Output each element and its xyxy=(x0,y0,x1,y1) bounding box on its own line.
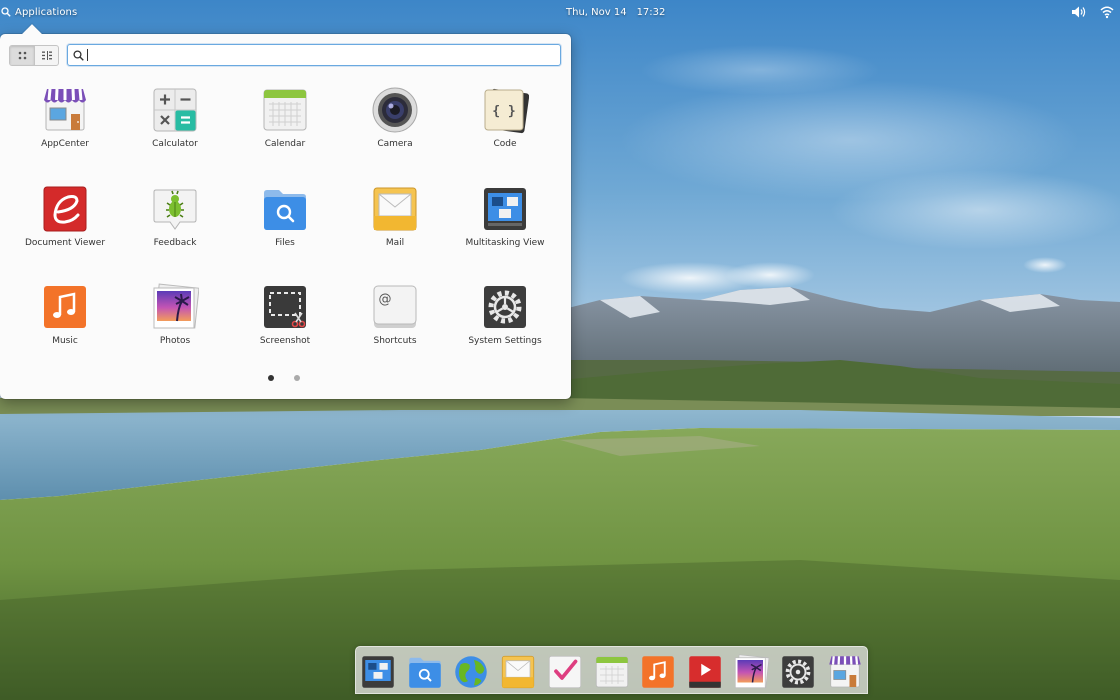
app-label: AppCenter xyxy=(41,139,89,149)
files-icon[interactable] xyxy=(407,654,443,690)
applications-menu-label: Applications xyxy=(15,6,78,18)
app-files[interactable]: Files xyxy=(234,185,334,271)
app-label: System Settings xyxy=(468,336,542,346)
search-icon xyxy=(1,7,11,17)
camera-icon xyxy=(372,87,418,133)
app-document-viewer[interactable]: Document Viewer xyxy=(14,185,114,271)
multitasking-view-icon xyxy=(484,188,526,230)
app-shortcuts[interactable]: @ Shortcuts xyxy=(344,283,444,369)
app-calculator[interactable]: Calculator xyxy=(124,86,224,172)
calendar-icon[interactable] xyxy=(594,654,630,690)
svg-text:{ }: { } xyxy=(492,104,515,119)
app-screenshot[interactable]: Screenshot xyxy=(234,283,334,369)
dock xyxy=(355,646,868,694)
search-icon xyxy=(73,49,84,61)
datetime-indicator[interactable]: Thu, Nov 14 17:32 xyxy=(566,0,665,24)
page-dot-1-active[interactable] xyxy=(268,375,274,381)
grid-view-button[interactable] xyxy=(10,46,34,65)
app-multitasking-view[interactable]: Multitasking View xyxy=(454,185,554,271)
applications-launcher: AppCenter Calculator Calendar Camera {}… xyxy=(0,24,571,399)
system-settings-icon xyxy=(484,286,526,328)
search-input[interactable] xyxy=(93,48,553,62)
appcenter-icon xyxy=(44,88,86,131)
volume-icon[interactable] xyxy=(1071,5,1087,19)
app-label: Calendar xyxy=(264,139,306,149)
system-settings-icon[interactable] xyxy=(780,654,816,690)
photos-icon xyxy=(153,283,199,329)
videos-icon[interactable] xyxy=(687,654,723,690)
app-system-settings[interactable]: System Settings xyxy=(454,283,554,369)
mail-icon xyxy=(373,187,417,231)
multitasking-view-icon[interactable] xyxy=(360,654,396,690)
app-feedback[interactable]: Feedback xyxy=(124,185,224,271)
music-icon[interactable] xyxy=(640,654,676,690)
app-label: Feedback xyxy=(153,238,197,248)
view-mode-toggle xyxy=(9,45,59,66)
app-mail[interactable]: Mail xyxy=(344,185,444,271)
app-calendar[interactable]: Calendar xyxy=(234,86,334,172)
photos-icon[interactable] xyxy=(733,654,769,690)
date-label: Thu, Nov 14 xyxy=(566,6,627,18)
app-label: Mail xyxy=(385,238,405,248)
mail-icon[interactable] xyxy=(500,654,536,690)
app-appcenter[interactable]: AppCenter xyxy=(14,86,114,172)
app-code[interactable]: { } Code xyxy=(454,86,554,172)
wifi-icon[interactable] xyxy=(1100,5,1114,19)
app-label: Multitasking View xyxy=(465,238,545,248)
page-dot-2[interactable] xyxy=(294,375,300,381)
category-view-button[interactable] xyxy=(34,46,58,65)
screenshot-icon xyxy=(264,286,306,328)
code-icon: { } xyxy=(484,88,529,134)
app-label: Screenshot xyxy=(259,336,311,346)
feedback-icon xyxy=(153,189,197,230)
app-camera[interactable]: Camera xyxy=(344,86,444,172)
music-icon xyxy=(44,286,86,328)
top-panel: Applications Thu, Nov 14 17:32 xyxy=(0,0,1120,24)
category-view-icon xyxy=(41,51,52,60)
document-viewer-icon xyxy=(43,186,87,232)
app-label: Music xyxy=(52,336,78,346)
app-label: Camera xyxy=(377,139,413,149)
app-label: Shortcuts xyxy=(373,336,417,346)
appcenter-icon[interactable] xyxy=(827,654,863,690)
time-label: 17:32 xyxy=(636,6,666,18)
grid-view-icon xyxy=(18,51,26,60)
app-label: Calculator xyxy=(152,139,198,149)
app-label: Photos xyxy=(159,336,191,346)
app-label: Code xyxy=(493,139,517,149)
app-music[interactable]: Music xyxy=(14,283,114,369)
app-photos[interactable]: Photos xyxy=(124,283,224,369)
web-browser-icon[interactable] xyxy=(453,654,489,690)
app-label: Document Viewer xyxy=(24,238,106,248)
text-cursor xyxy=(87,49,88,61)
applications-menu-button[interactable]: Applications xyxy=(0,0,77,24)
files-icon xyxy=(264,190,306,230)
search-field[interactable] xyxy=(67,44,561,66)
tasks-icon[interactable] xyxy=(547,654,583,690)
app-label: Files xyxy=(275,238,295,248)
calendar-icon xyxy=(263,89,307,131)
calculator-icon xyxy=(153,88,197,132)
shortcuts-icon: @ xyxy=(373,285,417,328)
svg-text:@: @ xyxy=(379,292,392,307)
